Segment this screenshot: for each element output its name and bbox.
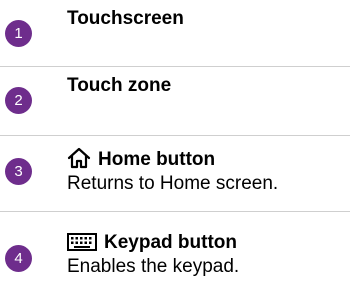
item-title: Touchscreen — [67, 8, 184, 30]
list-item: 3 Home button Returns to Home screen. — [0, 136, 350, 211]
number-badge: 4 — [5, 245, 32, 272]
number-badge: 2 — [5, 87, 32, 114]
item-description: Enables the keypad. — [67, 256, 240, 277]
number-badge: 1 — [5, 20, 32, 47]
item-title: Home button — [67, 147, 215, 175]
item-title: Touch zone — [67, 75, 171, 97]
list-item: 4 Keypad button Enables the keypad. — [0, 212, 350, 293]
number-badge: 3 — [5, 158, 32, 185]
item-title-text: Touch zone — [67, 75, 172, 96]
item-title: Keypad button — [67, 232, 237, 258]
item-title-text: Home button — [98, 149, 216, 170]
item-title-text: Keypad button — [104, 232, 237, 253]
list-item: 2 Touch zone — [0, 67, 350, 135]
keypad-icon — [67, 232, 97, 258]
home-icon — [67, 147, 91, 175]
legend-list: 1 Touchscreen 2 Touch zone 3 Home button… — [0, 0, 350, 293]
list-item: 1 Touchscreen — [0, 0, 350, 66]
item-description: Returns to Home screen. — [67, 173, 279, 194]
item-title-text: Touchscreen — [67, 8, 184, 29]
